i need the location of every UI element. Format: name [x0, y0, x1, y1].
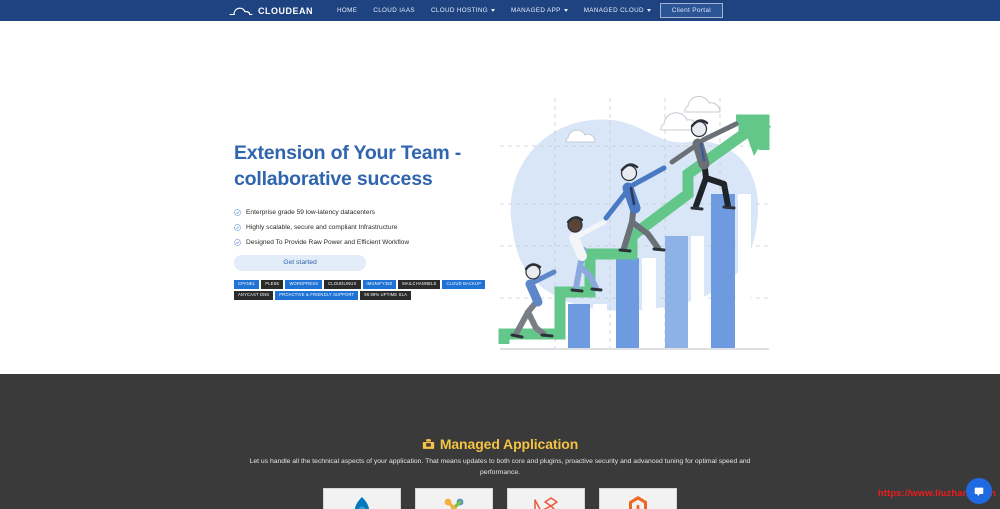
- status-badge[interactable]: CPANEL: [234, 279, 260, 289]
- cloud-icon: [229, 7, 253, 15]
- person-figure: [510, 263, 557, 339]
- status-badge[interactable]: PLESK: [261, 279, 284, 289]
- status-badge[interactable]: MAILCHANNELS: [398, 279, 441, 289]
- client-portal-label: Client Portal: [671, 7, 711, 14]
- app-card-drupal[interactable]: [323, 488, 401, 509]
- status-badge[interactable]: CLOUDLINUX: [324, 279, 361, 289]
- page-title: Extension of Your Team - collaborative s…: [234, 141, 484, 193]
- joomla-icon: [444, 498, 464, 509]
- nav-item-cloud-iaas[interactable]: CLOUD IAAS: [365, 7, 423, 14]
- check-circle-icon: [234, 224, 241, 231]
- chevron-down-icon: [490, 9, 495, 12]
- section-subtitle-line-1: Let us handle all the technical aspects …: [249, 458, 694, 465]
- section-header: Managed Application: [0, 374, 1000, 452]
- hero-feature-list: Enterprise grade 59 low-latency datacent…: [234, 209, 484, 246]
- section-title: Managed Application: [439, 436, 579, 452]
- magento-icon: [629, 496, 647, 509]
- status-badge[interactable]: CLOUD BACKUP: [442, 279, 486, 289]
- nav-item-managed-cloud[interactable]: MANAGED CLOUD: [576, 7, 659, 14]
- brand-logo[interactable]: CLOUDEAN: [228, 5, 313, 17]
- section-subtitle: Let us handle all the technical aspects …: [240, 457, 760, 478]
- drupal-icon: [355, 497, 369, 509]
- top-navbar: CLOUDEAN HOME CLOUD IAAS CLOUD HOSTING M…: [0, 0, 1000, 21]
- nav-item-label: MANAGED APP: [510, 7, 561, 14]
- hero-section: Extension of Your Team - collaborative s…: [0, 21, 1000, 374]
- get-started-label: Get started: [283, 259, 317, 267]
- status-badge[interactable]: 99.99% UPTIME SLA: [360, 290, 411, 301]
- list-item: Highly scalable, secure and compliant In…: [234, 224, 484, 231]
- chevron-down-icon: [646, 9, 651, 12]
- client-portal-button[interactable]: Client Portal: [659, 3, 723, 18]
- app-card-laravel[interactable]: [507, 488, 585, 509]
- list-item: Enterprise grade 59 low-latency datacent…: [234, 209, 484, 216]
- check-circle-icon: [234, 209, 241, 216]
- list-item: Designed To Provide Raw Power and Effici…: [234, 239, 484, 246]
- check-circle-icon: [234, 239, 241, 246]
- hero-text-block: Extension of Your Team - collaborative s…: [234, 141, 486, 301]
- managed-application-section: Managed Application Let us handle all th…: [0, 374, 1000, 509]
- status-badge[interactable]: IMUNIFY360: [362, 279, 397, 289]
- app-card-joomla[interactable]: [415, 488, 493, 509]
- hero-illustration: [492, 76, 777, 361]
- nav-item-label: HOME: [337, 7, 358, 14]
- team-climbing-growth-chart-illustration: [498, 95, 771, 350]
- chat-widget-button[interactable]: [966, 478, 992, 504]
- nav-item-home[interactable]: HOME: [329, 7, 365, 14]
- list-item-label: Enterprise grade 59 low-latency datacent…: [246, 208, 376, 216]
- status-badge[interactable]: WORDPRESS: [285, 279, 323, 289]
- brand-name: CLOUDEAN: [258, 5, 313, 16]
- hero-title-line-2: collaborative success: [234, 167, 433, 190]
- navbar-content: CLOUDEAN HOME CLOUD IAAS CLOUD HOSTING M…: [228, 5, 715, 17]
- chat-bubble-icon: [974, 487, 984, 497]
- toolbox-icon: [422, 439, 434, 449]
- nav-item-cloud-hosting[interactable]: CLOUD HOSTING: [423, 7, 503, 14]
- app-card-magento[interactable]: [599, 488, 677, 509]
- get-started-button[interactable]: Get started: [234, 254, 366, 271]
- status-badge[interactable]: ANYCAST DNS: [234, 290, 274, 301]
- chevron-down-icon: [563, 9, 568, 12]
- status-badge[interactable]: PROACTIVE & FRIENDLY SUPPORT: [275, 290, 359, 301]
- app-card-list: [0, 488, 1000, 509]
- nav-item-label: CLOUD IAAS: [373, 7, 415, 14]
- hero-title-line-1: Extension of Your Team -: [234, 142, 462, 164]
- list-item-label: Designed To Provide Raw Power and Effici…: [246, 238, 410, 246]
- nav-item-label: MANAGED CLOUD: [583, 7, 644, 14]
- nav-item-label: CLOUD HOSTING: [430, 7, 488, 14]
- feature-badge-list: CPANEL PLESK WORDPRESS CLOUDLINUX IMUNIF…: [234, 279, 486, 301]
- list-item-label: Highly scalable, secure and compliant In…: [246, 223, 398, 231]
- nav-item-managed-app[interactable]: MANAGED APP: [503, 7, 576, 14]
- cloud-icon: [660, 95, 721, 131]
- laravel-icon: [534, 497, 558, 509]
